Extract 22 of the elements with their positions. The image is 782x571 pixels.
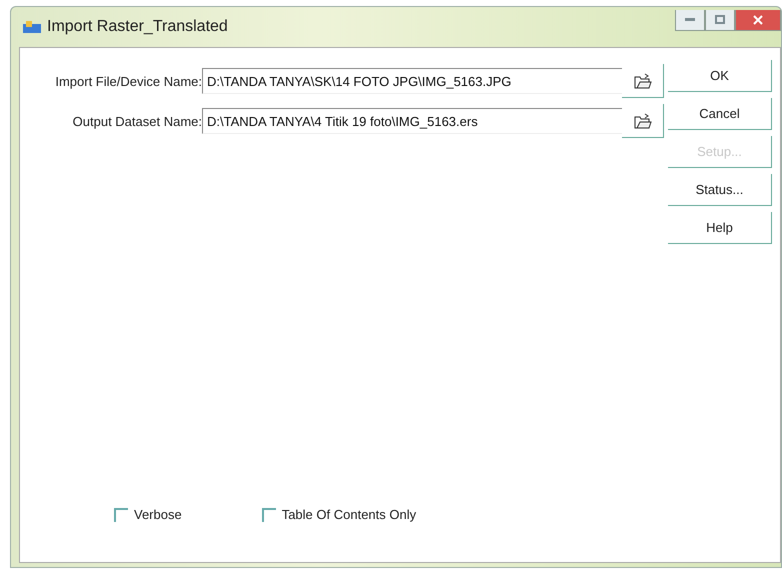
checkbox[interactable] <box>262 508 276 522</box>
field-label: Import File/Device Name: <box>54 74 202 88</box>
folder-icon <box>634 72 652 88</box>
path-field[interactable]: D:\TANDA TANYA\4 Titik 19 foto\IMG_5163.ers <box>202 108 622 134</box>
close-button[interactable] <box>735 10 781 30</box>
dialog-button[interactable]: Help <box>668 212 772 244</box>
maximize-button[interactable] <box>705 10 735 30</box>
checkbox-label: Table Of Contents Only <box>282 507 416 522</box>
window-title: Import Raster_Translated <box>47 18 228 36</box>
folder-icon <box>634 112 652 128</box>
dialog-button[interactable]: Status... <box>668 174 772 206</box>
app-icon <box>23 21 41 33</box>
minimize-button[interactable] <box>675 10 705 30</box>
close-icon <box>753 14 763 24</box>
dialog-button[interactable]: OK <box>668 60 772 92</box>
field-label: Output Dataset Name: <box>72 114 202 128</box>
maximize-icon <box>715 15 725 24</box>
checkbox-label: Verbose <box>134 507 182 522</box>
dialog-button[interactable]: Cancel <box>668 98 772 130</box>
minimize-icon <box>685 18 695 22</box>
checkbox[interactable] <box>114 508 128 522</box>
path-field[interactable]: D:\TANDA TANYA\SK\14 FOTO JPG\IMG_5163.JPG <box>202 68 622 94</box>
